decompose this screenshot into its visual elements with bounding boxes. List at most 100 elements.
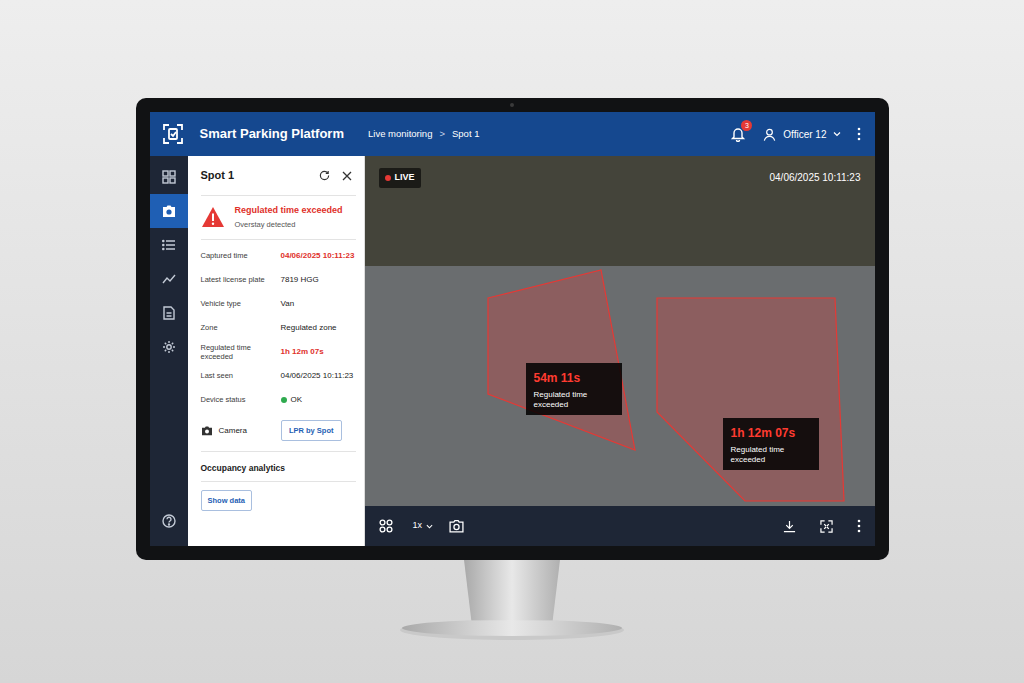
- nav-item[interactable]: [150, 228, 188, 262]
- field-row: Vehicle typeVan: [201, 292, 356, 316]
- monitor: Smart Parking Platform Live monitoring > S…: [136, 98, 889, 560]
- panel-title: Spot 1: [201, 167, 235, 184]
- settings-icon: [162, 340, 176, 354]
- layout-icon[interactable]: [379, 519, 393, 533]
- chart-icon: [162, 273, 176, 285]
- field-label: Captured time: [201, 251, 281, 260]
- webcam: [510, 103, 514, 107]
- chevron-down-icon: [833, 130, 841, 138]
- camera-icon: [162, 205, 176, 218]
- alert-text: Regulated time exceeded Overstay detected: [235, 205, 343, 230]
- close-icon[interactable]: [342, 171, 352, 181]
- zoom-select[interactable]: 1x: [413, 519, 434, 533]
- alert-title: Regulated time exceeded: [235, 205, 343, 216]
- nav-item[interactable]: [150, 330, 188, 364]
- analytics-section: Occupancy analytics Show data: [201, 451, 356, 511]
- camera-icon: [201, 426, 213, 436]
- device-status: OK: [281, 394, 303, 406]
- field-row: Regulated time exceeded1h 12m 07s: [201, 340, 356, 364]
- app-body: Spot 1 Regulated time exceeded Overstay de…: [150, 156, 875, 546]
- breadcrumb-item[interactable]: Live monitoring: [368, 127, 432, 141]
- video-timestamp: 04/06/2025 10:11:23: [769, 170, 860, 185]
- field-row: Captured time04/06/2025 10:11:23: [201, 244, 356, 268]
- live-label: LIVE: [395, 171, 415, 185]
- field-row: ZoneRegulated zone: [201, 316, 356, 340]
- alert: Regulated time exceeded Overstay detected: [201, 196, 356, 240]
- field-value: 04/06/2025 10:11:23: [281, 370, 354, 382]
- live-video: 54m 11sRegulated time exceeded1h 12m 07s…: [365, 156, 875, 506]
- field-label: Device status: [201, 395, 281, 404]
- logo-icon[interactable]: [162, 123, 184, 145]
- status-dot: [281, 397, 287, 403]
- show-data-button[interactable]: Show data: [201, 490, 253, 511]
- help-icon: [162, 514, 176, 528]
- field-list: Captured time04/06/2025 10:11:23Latest l…: [201, 240, 356, 412]
- user-menu[interactable]: Officer 12: [762, 127, 840, 142]
- user-icon: [762, 127, 777, 142]
- analytics-title: Occupancy analytics: [201, 462, 356, 482]
- app-header: Smart Parking Platform Live monitoring > S…: [150, 112, 875, 156]
- field-row: Device status OK: [201, 388, 356, 412]
- more-icon[interactable]: [857, 519, 861, 533]
- field-label: Regulated time exceeded: [201, 343, 281, 362]
- field-row: Latest license plate7819 HGG: [201, 268, 356, 292]
- live-badge: LIVE: [379, 168, 421, 188]
- zone-status: Regulated time exceeded: [534, 390, 614, 409]
- panel-header: Spot 1: [201, 156, 356, 196]
- field-value: 04/06/2025 10:11:23: [281, 250, 355, 262]
- notifications-button[interactable]: 3: [730, 126, 746, 142]
- download-icon[interactable]: [783, 520, 796, 533]
- more-icon[interactable]: [857, 127, 861, 141]
- fullscreen-icon[interactable]: [820, 520, 833, 533]
- field-value: 7819 HGG: [281, 274, 319, 286]
- field-value: OK: [291, 394, 303, 406]
- dashboard-icon: [162, 170, 176, 184]
- snapshot-icon[interactable]: [449, 520, 464, 533]
- zoom-value: 1x: [413, 519, 423, 533]
- field-label: Last seen: [201, 371, 281, 380]
- camera-label: Camera: [219, 425, 247, 437]
- nav-item[interactable]: [150, 194, 188, 228]
- live-dot: [385, 175, 391, 181]
- field-label: Vehicle type: [201, 299, 281, 308]
- nav-item[interactable]: [150, 504, 188, 538]
- camera-row: Camera LPR by Spot: [201, 420, 356, 441]
- nav-rail: [150, 156, 188, 546]
- scene: Smart Parking Platform Live monitoring > S…: [0, 0, 1024, 683]
- header-actions: 3 Officer 12: [730, 126, 860, 142]
- report-icon: [163, 306, 175, 320]
- screen: Smart Parking Platform Live monitoring > S…: [150, 112, 875, 546]
- monitor-stand: [392, 560, 632, 644]
- lpr-button[interactable]: LPR by Spot: [281, 420, 342, 441]
- spot-panel: Spot 1 Regulated time exceeded Overstay de…: [188, 156, 365, 546]
- warning-icon: [201, 206, 225, 228]
- breadcrumb: Live monitoring > Spot 1: [368, 127, 479, 141]
- zone-duration: 1h 12m 07s: [731, 424, 811, 442]
- field-value: Van: [281, 298, 295, 310]
- panel-actions: [319, 170, 356, 181]
- field-value: 1h 12m 07s: [281, 346, 324, 358]
- zone-status: Regulated time exceeded: [731, 445, 811, 464]
- field-value: Regulated zone: [281, 322, 337, 334]
- video-toolbar: 1x: [365, 506, 875, 546]
- nav-item[interactable]: [150, 262, 188, 296]
- field-label: Zone: [201, 323, 281, 332]
- chevron-down-icon: [426, 523, 433, 530]
- user-name: Officer 12: [783, 127, 826, 142]
- field-label: Latest license plate: [201, 275, 281, 284]
- app-title: Smart Parking Platform: [200, 124, 345, 144]
- list-icon: [162, 239, 176, 251]
- nav-item[interactable]: [150, 160, 188, 194]
- refresh-icon[interactable]: [319, 170, 330, 181]
- zone-label[interactable]: 54m 11s Regulated time exceeded: [526, 363, 622, 415]
- breadcrumb-item[interactable]: Spot 1: [452, 127, 479, 141]
- breadcrumb-separator: >: [439, 127, 445, 141]
- alert-subtitle: Overstay detected: [235, 219, 343, 230]
- toolbar-actions: [783, 519, 861, 533]
- video-column: 54m 11sRegulated time exceeded1h 12m 07s…: [365, 156, 875, 546]
- notification-badge: 3: [741, 120, 752, 131]
- zone-duration: 54m 11s: [534, 369, 614, 387]
- field-row: Last seen04/06/2025 10:11:23: [201, 364, 356, 388]
- zone-label[interactable]: 1h 12m 07s Regulated time exceeded: [723, 418, 819, 470]
- nav-item[interactable]: [150, 296, 188, 330]
